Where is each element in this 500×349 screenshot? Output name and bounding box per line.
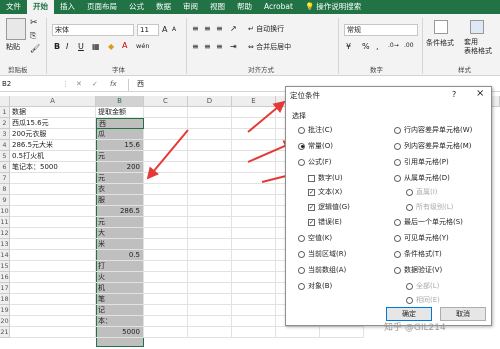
- radio-icon: [394, 174, 401, 182]
- option-label: 当前区域(R): [308, 250, 347, 258]
- right-option[interactable]: 行内容差异单元格(W): [394, 125, 472, 135]
- radio-icon: [394, 218, 401, 226]
- radio-icon: [298, 142, 305, 150]
- left-option[interactable]: ✓ 逻辑值(G): [308, 202, 350, 212]
- radio-icon: [298, 266, 305, 274]
- arrow-to-selection: [146, 129, 189, 180]
- option-label: 所有级别(L): [416, 203, 454, 211]
- checkbox-icon: ✓: [308, 203, 315, 211]
- option-label: 空值(K): [308, 234, 333, 242]
- option-label: 文本(X): [318, 188, 343, 196]
- option-label: 列内容差异单元格(M): [404, 142, 472, 150]
- left-option[interactable]: 当前数组(A): [298, 265, 346, 275]
- radio-icon: [394, 250, 401, 258]
- option-label: 当前数组(A): [308, 266, 347, 274]
- help-button[interactable]: ?: [452, 90, 456, 99]
- radio-icon: [406, 203, 413, 211]
- option-label: 引用单元格(P): [404, 158, 449, 166]
- left-option[interactable]: ✓ 错误(E): [308, 217, 342, 227]
- option-label: 从属单元格(D): [404, 174, 450, 182]
- left-option[interactable]: 批注(C): [298, 125, 332, 135]
- left-option[interactable]: 对象(B): [298, 281, 332, 291]
- radio-icon: [394, 234, 401, 242]
- radio-icon: [394, 158, 401, 166]
- right-option[interactable]: 列内容差异单元格(M): [394, 141, 472, 151]
- option-label: 常量(O): [308, 142, 333, 150]
- radio-icon: [406, 296, 413, 304]
- option-label: 相同(E): [416, 296, 440, 304]
- radio-icon: [394, 126, 401, 134]
- left-option[interactable]: 数字(U): [308, 173, 343, 183]
- left-option[interactable]: 空值(K): [298, 233, 332, 243]
- radio-icon: [298, 234, 305, 242]
- option-label: 行内容差异单元格(W): [404, 126, 473, 134]
- close-button[interactable]: ×: [476, 88, 484, 99]
- select-label: 选择: [292, 112, 306, 120]
- watermark: 知乎 @GIL214: [384, 323, 446, 333]
- checkbox-icon: ✓: [308, 188, 315, 196]
- checkbox-icon: ✓: [308, 218, 315, 226]
- dialog-title: 定位条件: [290, 91, 320, 100]
- option-label: 条件格式(T): [404, 250, 442, 258]
- right-option: 直属(I): [406, 187, 438, 197]
- ok-button[interactable]: 确定: [386, 307, 432, 321]
- go-to-special-dialog: 定位条件 ? × 选择 批注(C) 常量(O) 公式(F) 数字(U) ✓ 文本(X) ✓ 逻…: [285, 86, 492, 326]
- left-option[interactable]: ✓ 文本(X): [308, 187, 342, 197]
- right-option: 全部(L): [406, 281, 439, 291]
- right-option: 所有级别(L): [406, 202, 453, 212]
- option-label: 数字(U): [318, 174, 343, 182]
- left-option[interactable]: 常量(O): [298, 141, 333, 151]
- cancel-button[interactable]: 取消: [440, 307, 486, 321]
- right-option[interactable]: 引用单元格(P): [394, 157, 449, 167]
- right-option: 相同(E): [406, 295, 440, 305]
- radio-icon: [394, 266, 401, 274]
- option-label: 公式(F): [308, 158, 332, 166]
- radio-icon: [298, 126, 305, 134]
- radio-icon: [298, 158, 305, 166]
- option-label: 最后一个单元格(S): [404, 218, 463, 226]
- option-label: 对象(B): [308, 282, 333, 290]
- arrow-to-dialog-title: [247, 100, 286, 133]
- checkbox-icon: [308, 174, 315, 182]
- option-label: 批注(C): [308, 126, 333, 134]
- option-label: 逻辑值(G): [318, 203, 350, 211]
- option-label: 数据验证(V): [404, 266, 443, 274]
- radio-icon: [298, 250, 305, 258]
- left-option[interactable]: 当前区域(R): [298, 249, 346, 259]
- option-label: 直属(I): [416, 188, 438, 196]
- radio-icon: [394, 142, 401, 150]
- right-option[interactable]: 可见单元格(Y): [394, 233, 449, 243]
- right-option[interactable]: 条件格式(T): [394, 249, 442, 259]
- option-label: 全部(L): [416, 282, 440, 290]
- right-option[interactable]: 最后一个单元格(S): [394, 217, 463, 227]
- option-label: 可见单元格(Y): [404, 234, 449, 242]
- right-option[interactable]: 从属单元格(D): [394, 173, 450, 183]
- left-option[interactable]: 公式(F): [298, 157, 332, 167]
- radio-icon: [298, 282, 305, 290]
- radio-icon: [406, 188, 413, 196]
- option-label: 错误(E): [318, 218, 342, 226]
- right-option[interactable]: 数据验证(V): [394, 265, 442, 275]
- radio-icon: [406, 282, 413, 290]
